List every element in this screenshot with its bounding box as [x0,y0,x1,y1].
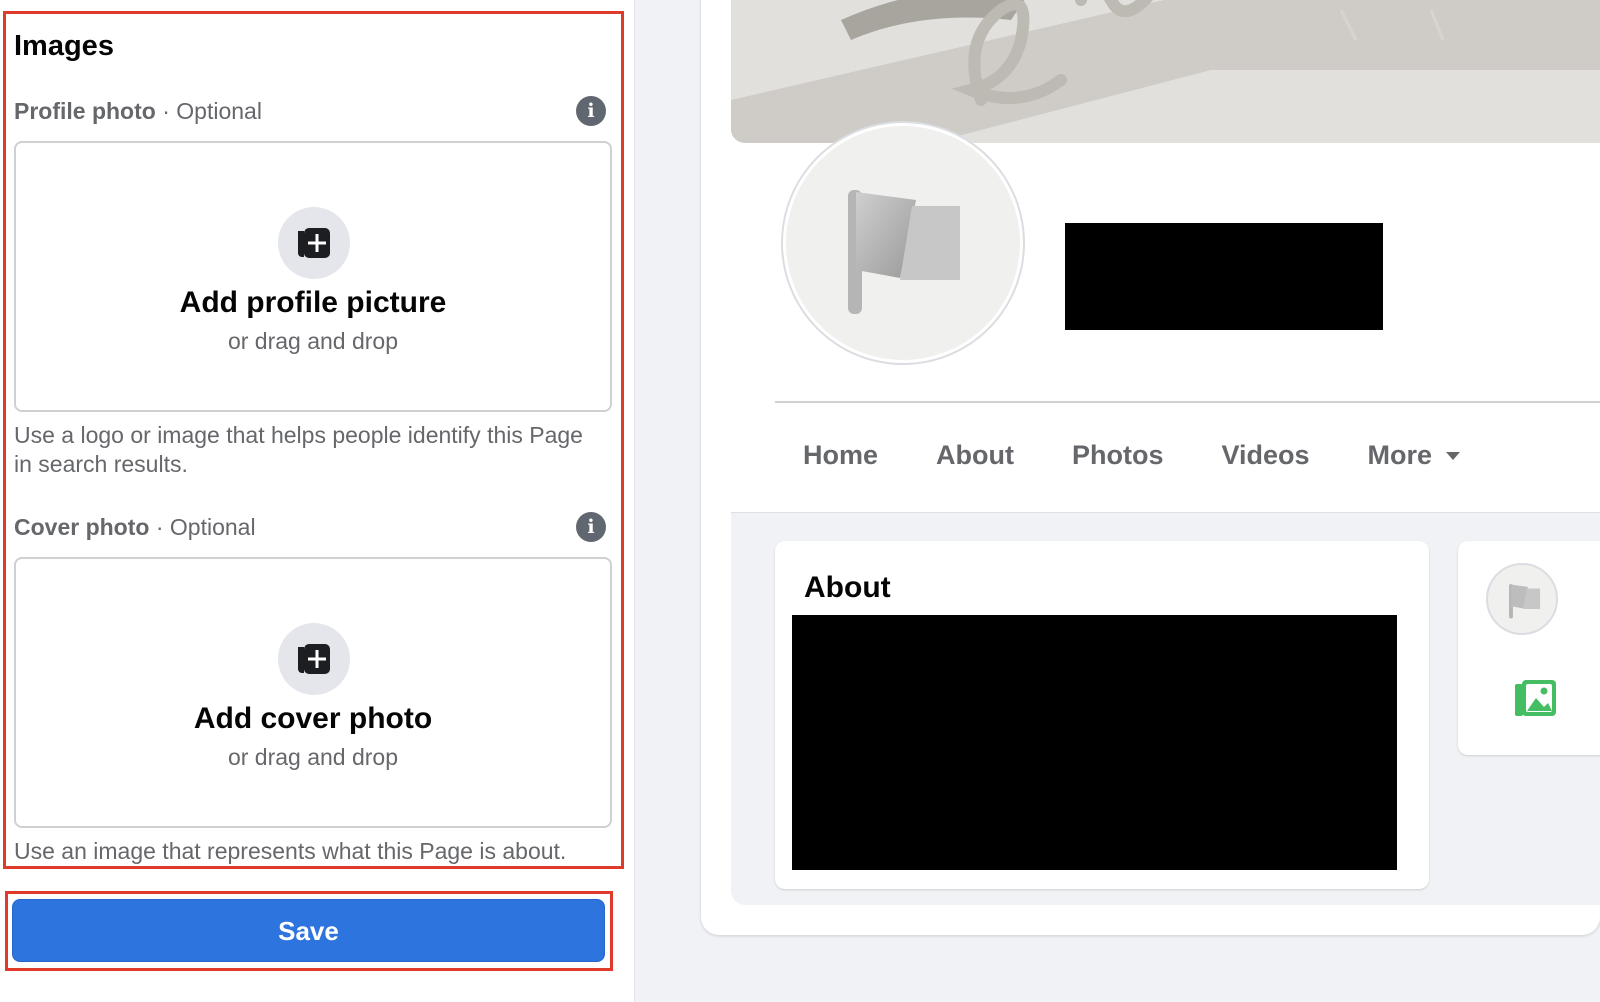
profile-photo-optional: · Optional [162,98,262,124]
info-icon[interactable]: i [576,96,606,126]
tab-more[interactable]: More [1368,440,1461,471]
tab-photos[interactable]: Photos [1072,440,1164,471]
profile-photo-label: Profile photo · Optional [14,98,262,125]
cover-photo-label-text: Cover photo [14,514,150,540]
preview-content: Home About Photos Videos More About [731,0,1600,905]
upload-subtitle: or drag and drop [227,744,399,770]
about-card: About [775,541,1429,889]
info-icon[interactable]: i [576,512,606,542]
flag-icon [848,190,960,314]
cover-photo-helper: Use an image that represents what this P… [14,838,567,864]
tab-home[interactable]: Home [803,440,878,471]
caret-down-icon [1446,451,1461,460]
mini-avatar [1486,563,1558,635]
section-title: Images [14,30,114,62]
cover-photo-optional: · Optional [155,514,256,540]
tab-more-label: More [1367,440,1433,470]
profile-photo-label-text: Profile photo [14,98,156,124]
profile-photo-helper: Use a logo or image that helps people id… [14,422,583,477]
about-content-redacted [792,615,1397,870]
page-name-redacted [1065,223,1383,330]
profile-avatar [783,123,1023,363]
divider [775,401,1600,403]
tab-about[interactable]: About [936,440,1014,471]
edit-page-panel: Images Profile photo · Optional i Add pr… [0,0,635,1002]
profile-header-card: Home About Photos Videos More [731,0,1600,513]
save-button[interactable]: Save [12,899,605,962]
flag-icon [1509,584,1541,619]
side-card [1458,541,1600,755]
images-section: Images Profile photo · Optional i Add pr… [3,11,624,869]
cover-image [731,0,1600,143]
photo-icon [1515,680,1556,716]
page-preview: Home About Photos Videos More About [701,0,1600,935]
page-tabs: Home About Photos Videos More [803,440,1461,471]
tab-videos[interactable]: Videos [1221,440,1309,471]
cover-photo-upload-area[interactable]: Add cover photo or drag and drop [14,557,612,828]
profile-picture-upload-area[interactable]: Add profile picture or drag and drop [14,141,612,412]
upload-subtitle: or drag and drop [227,328,399,354]
upload-title: Add profile picture [179,286,447,319]
save-highlight: Save [5,891,613,971]
add-photo-icon [278,623,350,695]
add-photo-icon [278,207,350,279]
cover-photo-label: Cover photo · Optional [14,514,256,541]
about-title: About [804,571,891,604]
upload-title: Add cover photo [193,702,433,735]
